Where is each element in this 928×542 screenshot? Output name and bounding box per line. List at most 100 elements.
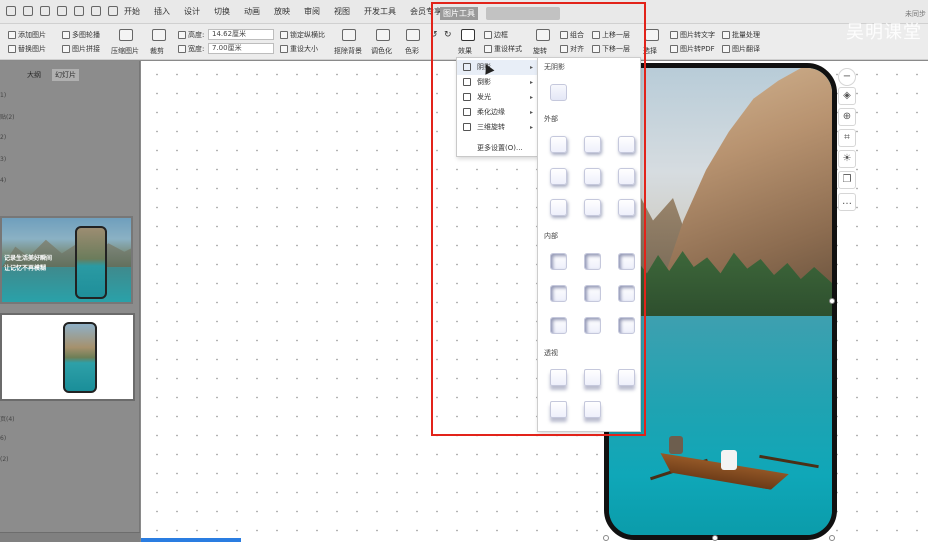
lock-ratio-checkbox[interactable]: 锁定纵横比	[280, 30, 325, 40]
tab-home[interactable]: 开始	[118, 0, 146, 24]
tab-review[interactable]: 审阅	[298, 0, 326, 24]
menu-icon[interactable]	[6, 6, 16, 16]
resize-handle[interactable]	[829, 535, 835, 541]
picture-to-text-icon	[670, 31, 678, 39]
outline-number: 3)	[0, 156, 7, 163]
highlight-annotation-box	[431, 2, 646, 436]
outline-number: (2)	[0, 456, 9, 463]
layers-icon[interactable]: ◈	[838, 87, 856, 105]
color-adjust-label[interactable]: 调色化	[371, 46, 392, 56]
multi-outline-button[interactable]: 多图轮播	[62, 30, 100, 40]
batch-process-button[interactable]: 批量处理	[722, 30, 760, 40]
app-window: 开始 插入 设计 切换 动画 放映 审阅 视图 开发工具 会员专享 图片工具 未…	[0, 0, 928, 542]
replace-picture-label: 替换图片	[18, 45, 46, 53]
outline-number: 贴(2)	[0, 114, 15, 121]
status-progress-bar	[141, 538, 241, 542]
reset-size-icon	[280, 45, 288, 53]
compress-icon[interactable]	[119, 29, 133, 41]
resize-handle[interactable]	[712, 535, 718, 541]
tab-slideshow[interactable]: 放映	[268, 0, 296, 24]
undo-icon[interactable]	[91, 6, 101, 16]
reset-size-button[interactable]: 重设大小	[280, 44, 318, 54]
redo-icon[interactable]	[108, 6, 118, 16]
carousel-icon	[62, 31, 70, 39]
compress-picture-label[interactable]: 压缩图片	[111, 46, 139, 56]
slide-thumbnail-1[interactable]: 记录生活美好瞬间 让记忆不再模糊	[0, 216, 133, 304]
select-icon[interactable]	[645, 29, 659, 41]
translate-icon	[722, 45, 730, 53]
menu-tabs: 开始 插入 设计 切换 动画 放映 审阅 视图 开发工具 会员专享	[118, 0, 450, 24]
picture-to-pdf-button[interactable]: 图片转PDF	[670, 44, 715, 54]
replace-picture-button[interactable]: 替换图片	[8, 44, 46, 54]
zoom-icon[interactable]: ⊕	[838, 108, 856, 126]
picture-collage-label: 图片拼接	[72, 45, 100, 53]
outline-number: 1)	[0, 92, 7, 99]
batch-icon	[722, 31, 730, 39]
more-icon[interactable]: …	[838, 193, 856, 211]
color-label[interactable]: 色彩	[405, 46, 419, 56]
lock-ratio-label: 锁定纵横比	[290, 31, 325, 39]
remove-bg-icon[interactable]	[342, 29, 356, 41]
reset-size-label: 重设大小	[290, 45, 318, 53]
tab-slides[interactable]: 幻灯片	[52, 69, 79, 81]
print-icon[interactable]	[40, 6, 50, 16]
watermark-logo: 吴明课堂	[846, 22, 922, 43]
slide1-title: 记录生活美好瞬间	[4, 255, 53, 262]
export-icon[interactable]	[74, 6, 84, 16]
picture-to-text-label: 图片转文字	[680, 31, 715, 39]
slide1-subtitle: 让记忆不再模糊	[4, 265, 47, 272]
add-picture-label: 添加图片	[18, 31, 46, 39]
tab-animation[interactable]: 动画	[238, 0, 266, 24]
width-icon	[178, 45, 186, 53]
tab-insert[interactable]: 插入	[148, 0, 176, 24]
add-picture-button[interactable]: 添加图片	[8, 30, 46, 40]
width-label-text: 宽度:	[188, 45, 205, 53]
multi-outline-label: 多图轮播	[72, 31, 100, 39]
resize-handle[interactable]	[603, 535, 609, 541]
height-label: 高度:	[178, 30, 204, 40]
slide-thumbnail-2[interactable]	[0, 313, 135, 401]
height-icon	[178, 31, 186, 39]
outline-number: 6)	[0, 435, 7, 442]
height-input[interactable]: 14.62厘米	[208, 29, 274, 40]
passenger	[669, 436, 683, 454]
quick-access-toolbar	[6, 6, 118, 16]
panel-tabs: 大纲 幻灯片	[24, 69, 79, 81]
replace-icon	[8, 45, 16, 53]
add-picture-icon	[8, 31, 16, 39]
bulb-icon[interactable]: ☀	[838, 150, 856, 168]
tab-view[interactable]: 视图	[328, 0, 356, 24]
width-label: 宽度:	[178, 44, 204, 54]
tab-developer[interactable]: 开发工具	[358, 0, 402, 24]
slide-panel: 大纲 幻灯片 1) 贴(2) 2) 3) 4) 记录生活美好瞬间 让记忆不再模糊…	[0, 61, 140, 542]
picture-to-pdf-label: 图片转PDF	[680, 45, 715, 53]
color-icon[interactable]	[406, 29, 420, 41]
crop-icon[interactable]	[152, 29, 166, 41]
resize-handle[interactable]	[829, 298, 835, 304]
copy-icon[interactable]: ❐	[838, 171, 856, 189]
width-input[interactable]: 7.00厘米	[208, 43, 274, 54]
checkbox-icon	[280, 31, 288, 39]
outline-number: 页(4)	[0, 416, 15, 423]
color-adjust-icon[interactable]	[376, 29, 390, 41]
pdf-icon	[670, 45, 678, 53]
collage-icon	[62, 45, 70, 53]
picture-translate-button[interactable]: 图片翻译	[722, 44, 760, 54]
preview-icon[interactable]	[57, 6, 67, 16]
crop-label[interactable]: 裁剪	[150, 46, 164, 56]
thumbnail-phone	[75, 226, 107, 299]
tab-outline[interactable]: 大纲	[24, 69, 44, 81]
tab-transition[interactable]: 切换	[208, 0, 236, 24]
height-label-text: 高度:	[188, 31, 205, 39]
tab-design[interactable]: 设计	[178, 0, 206, 24]
outline-number: 4)	[0, 177, 7, 184]
collapse-icon[interactable]: −	[838, 68, 856, 86]
panel-footer	[0, 532, 140, 542]
batch-process-label: 批量处理	[732, 31, 760, 39]
crop-tool-icon[interactable]: ⌗	[838, 129, 856, 147]
picture-to-text-button[interactable]: 图片转文字	[670, 30, 715, 40]
rower	[721, 450, 737, 470]
remove-bg-label[interactable]: 抠除背景	[334, 46, 362, 56]
save-icon[interactable]	[23, 6, 33, 16]
picture-collage-button[interactable]: 图片拼接	[62, 44, 100, 54]
